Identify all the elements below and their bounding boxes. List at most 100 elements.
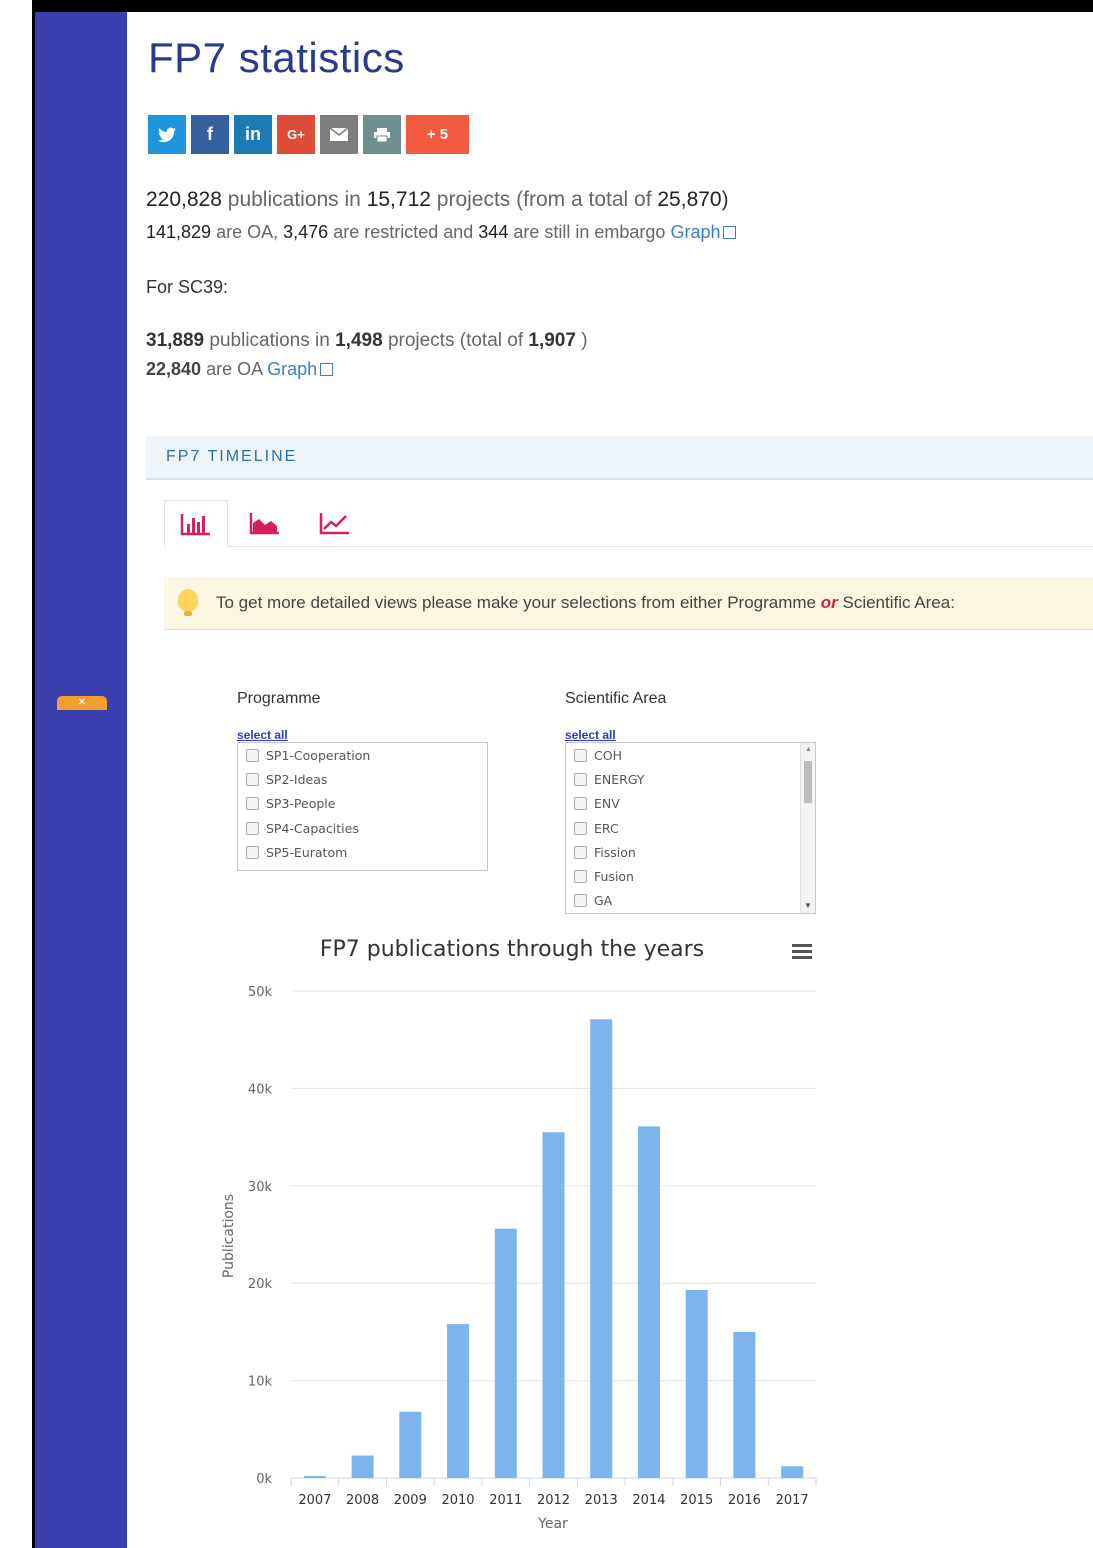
x-tick-label: 2011 — [489, 1493, 522, 1508]
scientific-area-option[interactable]: Fusion — [566, 864, 815, 888]
programme-option-label: SP4-Capacities — [266, 820, 359, 836]
tab-line-chart[interactable] — [304, 500, 366, 546]
print-button[interactable] — [363, 115, 401, 154]
sc-projects-total: 1,907 — [528, 330, 576, 351]
scientific-area-option[interactable]: GA — [566, 889, 815, 913]
sc-projects-word: projects (total of — [387, 330, 524, 351]
external-link-icon — [320, 363, 334, 376]
print-icon — [374, 127, 390, 142]
publications-count: 220,828 — [146, 188, 222, 211]
sc-label: For SC39: — [146, 277, 229, 297]
checkbox[interactable] — [574, 894, 587, 908]
bar — [303, 1476, 326, 1478]
sc-close-paren: ) — [581, 330, 588, 351]
email-share-button[interactable] — [320, 115, 358, 154]
chart-menu-icon[interactable] — [792, 944, 812, 959]
bar — [447, 1324, 470, 1478]
bar — [542, 1132, 565, 1478]
checkbox[interactable] — [246, 821, 259, 835]
bar — [637, 1126, 660, 1478]
scroll-down-icon[interactable]: ▼ — [804, 901, 812, 910]
checkbox[interactable] — [574, 772, 587, 786]
checkbox[interactable] — [574, 845, 587, 859]
hint-programme: Programme — [727, 593, 817, 612]
scroll-up-icon[interactable]: ▲ — [805, 746, 812, 753]
x-tick-label: 2014 — [632, 1493, 665, 1508]
checkbox[interactable] — [246, 845, 259, 859]
scientific-area-option-label: ENV — [594, 796, 620, 812]
linkedin-share-button[interactable]: in — [234, 115, 272, 154]
more-share-label: + 5 — [426, 126, 449, 143]
sc-graph-link-label: Graph — [267, 359, 318, 379]
oa-word: are OA, — [216, 222, 279, 242]
scientific-area-option-label: Fission — [594, 844, 636, 860]
chart-title: FP7 publications through the years — [320, 937, 704, 962]
x-tick-label: 2016 — [728, 1493, 761, 1508]
graph-link[interactable]: Graph — [670, 222, 737, 242]
programme-option-label: SP2-Ideas — [266, 771, 328, 787]
hint-or: or — [820, 593, 838, 612]
y-tick-label: 30k — [248, 1180, 273, 1195]
googleplus-icon: G+ — [287, 127, 305, 142]
scientific-area-option[interactable]: ENERGY — [566, 767, 815, 791]
x-tick-label: 2009 — [394, 1493, 427, 1508]
scientific-area-option[interactable]: COH — [566, 743, 815, 767]
scientific-area-option-label: GA — [594, 893, 613, 909]
lightbulb-icon — [178, 589, 198, 616]
checkbox[interactable] — [574, 748, 587, 762]
programme-option[interactable]: SP4-Capacities — [238, 816, 487, 840]
programme-listbox[interactable]: SP1-Cooperation SP2-Ideas SP3-People SP4-Ca… — [237, 742, 488, 871]
programme-option[interactable]: SP3-People — [238, 792, 487, 816]
y-tick-label: 20k — [248, 1277, 273, 1292]
sidebar-toggle-button[interactable]: ✕ — [57, 696, 107, 710]
scientific-area-scrollbar[interactable]: ▲ ▼ — [800, 743, 815, 913]
timeline-section-header: FP7 TIMELINE — [146, 436, 1093, 480]
programme-option[interactable]: SP1-Cooperation — [238, 743, 487, 767]
checkbox[interactable] — [246, 748, 259, 762]
googleplus-share-button[interactable]: G+ — [277, 115, 315, 154]
scientific-area-listbox[interactable]: COH ENERGY ENV ERC Fission Fusion GA ▲ ▼ — [565, 742, 816, 914]
embargo-count: 344 — [478, 222, 509, 242]
programme-option-label: SP5-Euratom — [266, 844, 348, 860]
programme-select-all-link[interactable]: select all — [237, 728, 288, 742]
scroll-thumb[interactable] — [804, 761, 812, 803]
bar — [351, 1455, 374, 1478]
hint-text-before: To get more detailed views please make y… — [216, 593, 723, 612]
bar — [399, 1411, 422, 1478]
checkbox[interactable] — [246, 797, 259, 811]
publications-chart: FP7 publications through the years 0k 10k 2… — [221, 937, 817, 1532]
x-tick-label: 2017 — [776, 1493, 809, 1508]
twitter-share-button[interactable] — [148, 115, 186, 154]
checkbox[interactable] — [574, 821, 587, 835]
programme-option[interactable]: SP5-Euratom — [238, 840, 487, 864]
page-title: FP7 statistics — [148, 34, 405, 81]
email-icon — [330, 128, 348, 141]
scientific-area-option[interactable]: ENV — [566, 792, 815, 816]
programme-option[interactable]: SP2-Ideas — [238, 767, 487, 791]
checkbox[interactable] — [246, 772, 259, 786]
share-bar: f in G+ + 5 — [148, 115, 474, 154]
x-tick-label: 2013 — [585, 1493, 618, 1508]
checkbox[interactable] — [574, 870, 587, 884]
tab-bar-chart[interactable] — [164, 500, 228, 548]
sc-graph-link[interactable]: Graph — [267, 359, 334, 379]
linkedin-icon: in — [245, 124, 261, 144]
x-axis-label: Year — [537, 1516, 568, 1532]
publications-word: publications in — [227, 188, 361, 211]
sc-oa-count: 22,840 — [146, 359, 202, 379]
hint-text: To get more detailed views please make y… — [216, 593, 955, 613]
timeline-title: FP7 TIMELINE — [166, 448, 298, 465]
sidebar — [35, 12, 127, 1548]
scientific-area-option[interactable]: Fission — [566, 840, 815, 864]
more-share-button[interactable]: + 5 — [406, 115, 469, 154]
projects-count: 15,712 — [366, 188, 431, 211]
close-paren: ) — [721, 188, 729, 211]
scientific-area-option[interactable]: ERC — [566, 816, 815, 840]
programme-option-label: SP3-People — [266, 796, 336, 812]
scientific-area-select-all-link[interactable]: select all — [565, 728, 616, 742]
tab-area-chart[interactable] — [234, 500, 296, 546]
facebook-share-button[interactable]: f — [191, 115, 229, 154]
access-summary: 141,829 are OA, 3,476 are restricted and… — [146, 222, 737, 243]
programme-title: Programme — [237, 690, 321, 707]
checkbox[interactable] — [574, 797, 587, 811]
